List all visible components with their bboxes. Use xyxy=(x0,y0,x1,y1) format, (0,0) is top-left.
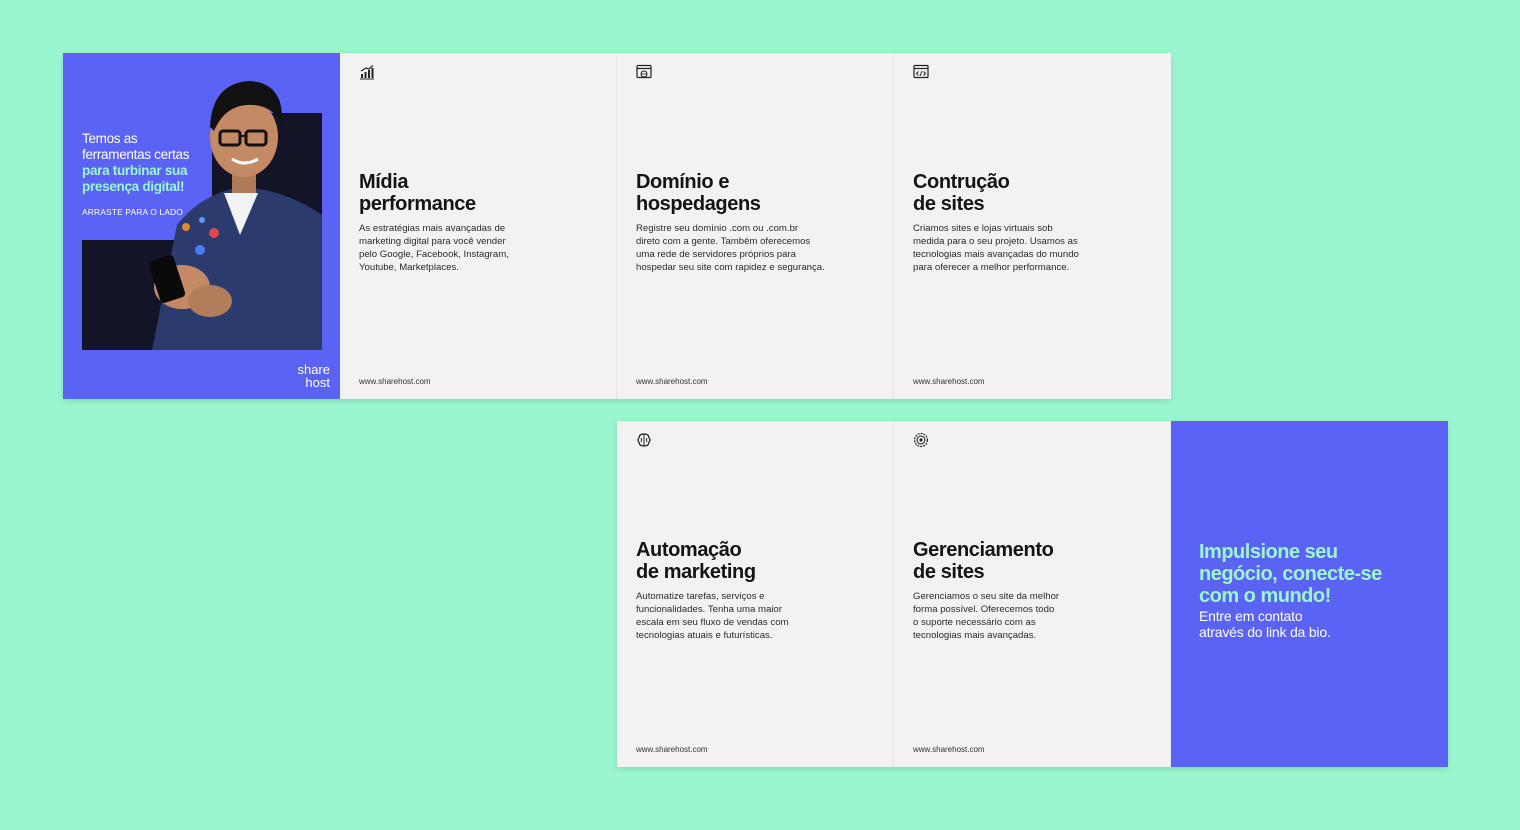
browser-code-icon xyxy=(913,64,929,79)
panel-description: Gerenciamos o seu site da melhor forma p… xyxy=(913,591,1060,641)
chart-growth-icon xyxy=(360,65,374,80)
website-url: www.sharehost.com xyxy=(359,377,431,386)
panel-description: Registre seu domínio .com ou .com.br dir… xyxy=(636,223,825,273)
cover-headline-white: Temos as ferramentas certas xyxy=(82,131,190,162)
panel-gerenciamento-sites: Gerenciamento de sites Gerenciamos o seu… xyxy=(894,421,1171,767)
brain-icon xyxy=(637,433,651,447)
cta-subtext: Entre em contato através do link da bio. xyxy=(1199,608,1331,640)
panel-title: Domínio e hospedagens xyxy=(636,171,761,215)
panel-dominio-hospedagens: Domínio e hospedagens Registre seu domín… xyxy=(617,53,894,399)
swipe-hint: ARRASTE PARA O LADO xyxy=(82,207,183,217)
browser-globe-icon xyxy=(636,64,652,79)
panel-title: Gerenciamento de sites xyxy=(913,539,1054,583)
cover-panel: Temos as ferramentas certas para turbina… xyxy=(63,53,340,399)
panel-description: Criamos sites e lojas virtuais sob medid… xyxy=(913,223,1079,273)
website-url: www.sharehost.com xyxy=(636,377,708,386)
cover-headline-mint: para turbinar sua presença digital! xyxy=(82,163,188,194)
panel-title: Automação de marketing xyxy=(636,539,756,583)
website-url: www.sharehost.com xyxy=(913,377,985,386)
panel-description: Automatize tarefas, serviços e funcional… xyxy=(636,591,789,641)
target-gear-icon xyxy=(913,432,929,448)
website-url: www.sharehost.com xyxy=(636,745,708,754)
panel-title: Contrução de sites xyxy=(913,171,1010,215)
panel-description: As estratégias mais avançadas de marketi… xyxy=(359,223,509,273)
carousel-strip-bottom: Automação de marketing Automatize tarefa… xyxy=(617,421,1448,767)
panel-automacao-marketing: Automação de marketing Automatize tarefa… xyxy=(617,421,894,767)
cta-headline: Impulsione seu negócio, conecte-se com o… xyxy=(1199,541,1382,607)
website-url: www.sharehost.com xyxy=(913,745,985,754)
carousel-strip-top: Temos as ferramentas certas para turbina… xyxy=(63,53,1171,399)
final-cta-panel: Impulsione seu negócio, conecte-se com o… xyxy=(1171,421,1448,767)
panel-midia-performance: Mídia performance As estratégias mais av… xyxy=(340,53,617,399)
panel-title: Mídia performance xyxy=(359,171,476,215)
sharehost-logo: share host xyxy=(297,362,330,390)
panel-construcao-sites: Contrução de sites Criamos sites e lojas… xyxy=(894,53,1171,399)
